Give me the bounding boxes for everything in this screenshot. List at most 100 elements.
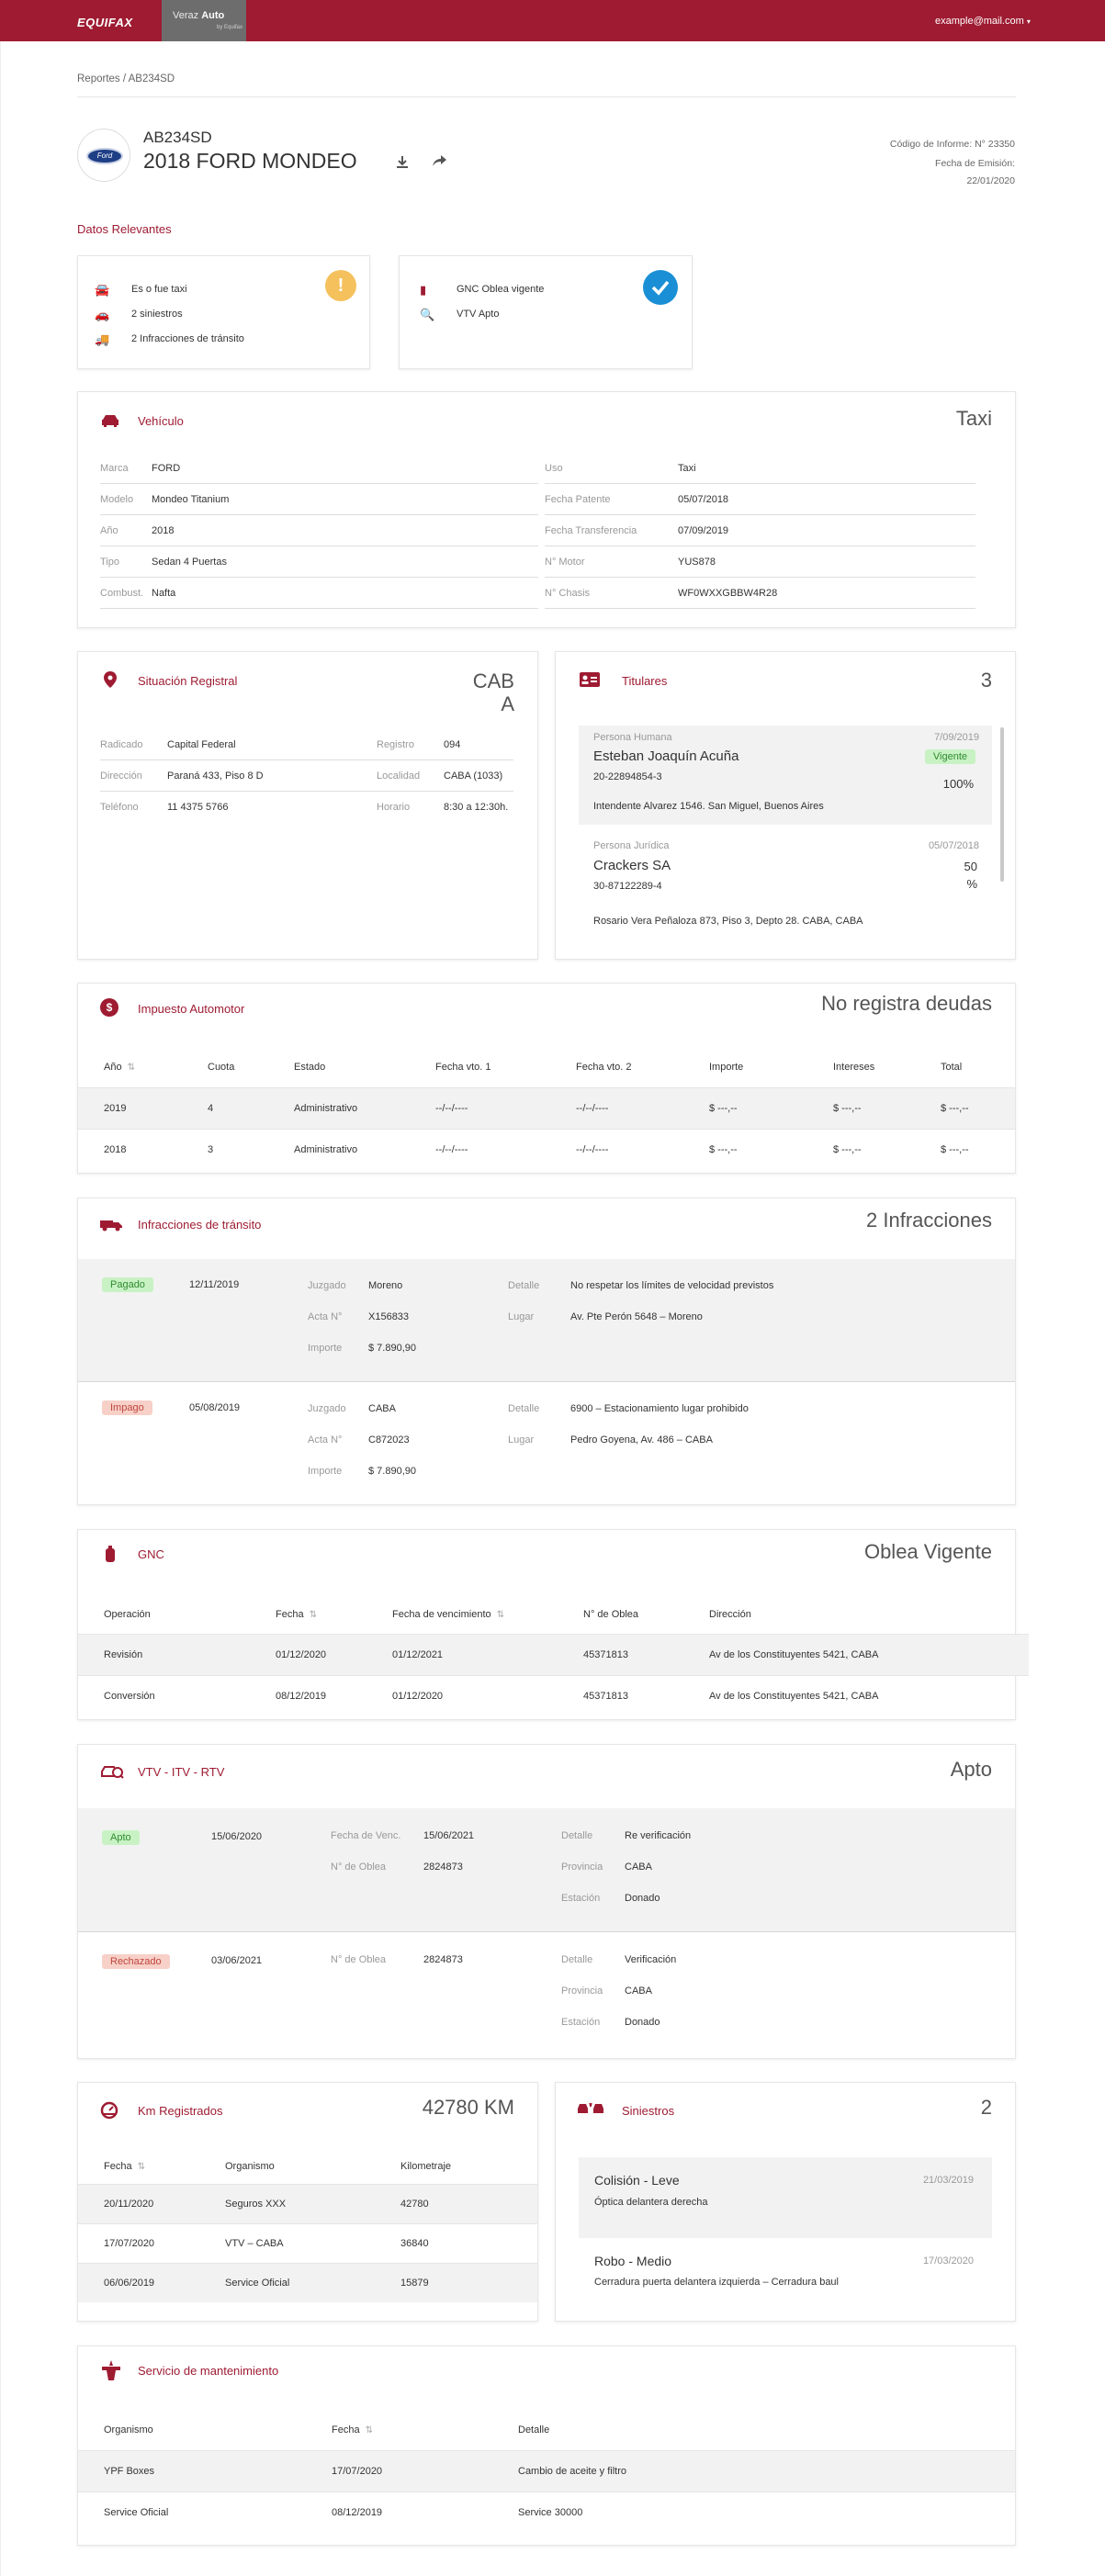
table-cell: YPF Boxes	[104, 2466, 155, 2477]
table-cell: 36840	[400, 2238, 429, 2249]
user-menu[interactable]: example@mail.com ▾	[935, 16, 1031, 27]
km-card: Km Registrados 42780 KM Fecha ⇅ Organismo K…	[77, 2082, 538, 2322]
label: Lugar	[508, 1311, 535, 1322]
table-cell: 01/12/2020	[392, 1691, 444, 1702]
service-title: Servicio de mantenimiento	[138, 2364, 279, 2378]
owner-name: Crackers SA	[593, 858, 671, 873]
infraction-item[interactable]: Impago 05/08/2019 Juzgado CABA Acta N° C…	[78, 1382, 1015, 1505]
tow-truck-icon	[100, 1217, 124, 1232]
wrench-icon	[100, 2360, 122, 2380]
vtv-item[interactable]: Rechazado 03/06/2021 N° de Oblea 2824873…	[78, 1932, 1015, 2056]
infraction-item[interactable]: Pagado 12/11/2019 Juzgado Moreno Acta N°…	[78, 1259, 1015, 1382]
vehicle-status: Taxi	[955, 407, 992, 430]
table-cell: VTV – CABA	[225, 2238, 284, 2249]
act-value: X156833	[368, 1311, 410, 1322]
owner-type: Persona Jurídica	[593, 840, 670, 851]
id-card-icon	[580, 672, 600, 687]
table-row[interactable]: Conversión 08/12/2019 01/12/2020 45371813 Av…	[78, 1675, 1029, 1716]
vehicle-field-row: Tipo Sedan 4 Puertas	[100, 546, 538, 578]
breadcrumb[interactable]: Reportes / AB234SD	[77, 73, 175, 84]
vehicle-title: 2018 FORD MONDEO	[143, 149, 357, 173]
claim-date: 21/03/2019	[922, 2175, 974, 2186]
user-email: example@mail.com	[935, 16, 1024, 27]
sort-icon[interactable]: ⇅	[497, 1610, 504, 1620]
equifax-logo[interactable]: EQUIFAX	[77, 16, 133, 29]
act-value: C872023	[368, 1434, 410, 1445]
table-row[interactable]: 17/07/2020 VTV – CABA 36840	[78, 2223, 537, 2263]
vtv-card: VTV - ITV - RTV Apto Apto 15/06/2020 Fec…	[77, 1744, 1016, 2059]
sort-icon[interactable]: ⇅	[128, 1063, 135, 1073]
field-label: Uso	[545, 463, 563, 474]
table-header[interactable]: Fecha de vencimiento ⇅	[392, 1609, 504, 1620]
sort-icon[interactable]: ⇅	[310, 1610, 317, 1620]
field-value: 07/09/2019	[678, 525, 729, 536]
download-icon[interactable]	[395, 154, 410, 169]
field-value: WF0WXXGBBW4R28	[678, 588, 778, 599]
table-row[interactable]: 2018 3 Administrativo --/--/---- --/--/---- $…	[78, 1129, 1015, 1170]
table-header[interactable]: Fecha ⇅	[104, 2161, 145, 2172]
table-cell: 17/07/2020	[332, 2466, 383, 2477]
sticker-value: 2824873	[423, 1862, 463, 1873]
table-header: Organismo	[225, 2161, 275, 2172]
scrollbar[interactable]	[1000, 727, 1004, 882]
table-cell: 01/12/2021	[392, 1649, 444, 1660]
table-cell: 06/06/2019	[104, 2278, 155, 2289]
table-header[interactable]: Fecha ⇅	[276, 1609, 317, 1620]
table-header[interactable]: Fecha ⇅	[332, 2424, 373, 2435]
table-cell: 08/12/2019	[276, 1691, 327, 1702]
app-switcher[interactable]: Veraz Auto by Equifax	[162, 0, 246, 41]
registral-row: Radicado Capital Federal Registro 094	[100, 729, 513, 760]
caret-down-icon: ▾	[1026, 17, 1031, 26]
label: Provincia	[561, 1862, 603, 1873]
car-icon: 🚘	[95, 283, 110, 297]
table-row[interactable]: 20/11/2020 Seguros XXX 42780	[78, 2184, 537, 2223]
tax-title: Impuesto Automotor	[138, 1002, 245, 1016]
inspection-car-icon	[100, 1763, 124, 1780]
table-row[interactable]: Service Oficial 08/12/2019 Service 30000	[78, 2492, 1015, 2533]
table-cell: $ ---,--	[709, 1144, 738, 1155]
field-label: Combust.	[100, 588, 144, 599]
table-cell: 45371813	[583, 1691, 628, 1702]
table-row[interactable]: YPF Boxes 17/07/2020 Cambio de aceite y fi…	[78, 2450, 1015, 2492]
table-cell: --/--/----	[435, 1103, 468, 1114]
vtv-item[interactable]: Apto 15/06/2020 Fecha de Venc. 15/06/202…	[78, 1808, 1015, 1932]
owner-item[interactable]: Persona Jurídica 05/07/2018 Crackers SA …	[579, 834, 992, 933]
table-cell: 01/12/2020	[276, 1649, 327, 1660]
claim-item[interactable]: Robo - Medio 17/03/2020 Cerradura puerta…	[579, 2238, 992, 2312]
owner-percentage: 100%	[942, 777, 974, 791]
label: Juzgado	[308, 1280, 346, 1291]
table-row[interactable]: Revisión 01/12/2020 01/12/2021 45371813 Av d…	[78, 1634, 1029, 1675]
field-value: Taxi	[678, 463, 696, 474]
table-header[interactable]: Año ⇅	[104, 1062, 135, 1073]
table-cell: Av de los Constituyentes 5421, CABA	[709, 1649, 879, 1660]
field-value: 2018	[152, 525, 175, 536]
owner-item[interactable]: Persona Humana 7/09/2019 Esteban Joaquín…	[579, 726, 992, 825]
table-cell: 2018	[104, 1144, 127, 1155]
sort-icon[interactable]: ⇅	[138, 2162, 145, 2172]
claim-item[interactable]: Colisión - Leve 21/03/2019 Óptica delant…	[579, 2157, 992, 2238]
amount-value: $ 7.890,90	[368, 1466, 416, 1477]
km-title: Km Registrados	[138, 2104, 223, 2118]
table-row[interactable]: 06/06/2019 Service Oficial 15879	[78, 2263, 537, 2302]
claims-title: Siniestros	[622, 2104, 675, 2118]
brand-logo: Ford	[77, 129, 130, 182]
dollar-icon: $	[100, 998, 118, 1017]
vehicle-field-row: Fecha Transferencia 07/09/2019	[545, 515, 975, 546]
table-cell: Conversión	[104, 1691, 155, 1702]
share-icon[interactable]	[432, 153, 448, 168]
field-value: YUS878	[678, 557, 716, 568]
detail-value: Re verificación	[625, 1830, 692, 1841]
infraction-date: 05/08/2019	[189, 1402, 241, 1413]
table-cell: $ ---,--	[833, 1103, 862, 1114]
field-label: N° Chasis	[545, 588, 591, 599]
field-label: Fecha Patente	[545, 494, 611, 505]
sort-icon[interactable]: ⇅	[366, 2425, 373, 2435]
tax-status: No registra deudas	[821, 992, 992, 1015]
province-value: CABA	[625, 1862, 652, 1873]
table-header: N° de Oblea	[583, 1609, 639, 1620]
gnc-title: GNC	[138, 1547, 164, 1561]
table-row[interactable]: 2019 4 Administrativo --/--/---- --/--/---- $…	[78, 1087, 1015, 1129]
table-header: Kilometraje	[400, 2161, 452, 2172]
speedometer-icon	[100, 2101, 118, 2120]
claims-card: Siniestros 2 Colisión - Leve 21/03/2019 …	[555, 2082, 1016, 2322]
